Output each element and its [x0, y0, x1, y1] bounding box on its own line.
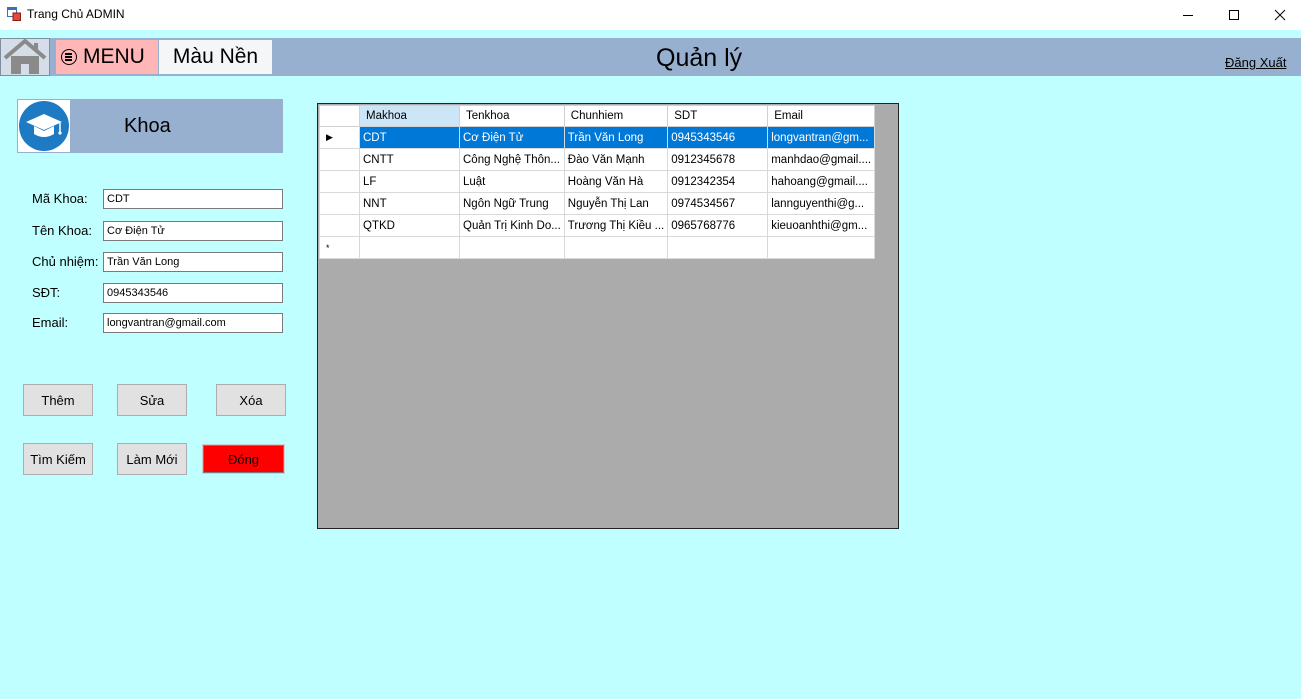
window-title: Trang Chủ ADMIN: [27, 7, 125, 21]
column-header-sdt[interactable]: SDT: [667, 105, 769, 127]
refresh-button[interactable]: Làm Mới: [117, 443, 187, 475]
ten-khoa-field[interactable]: Cơ Điện Tử: [103, 221, 283, 241]
table-cell[interactable]: lannguyenthi@g...: [767, 192, 876, 215]
minimize-icon: [1183, 15, 1193, 16]
home-button[interactable]: [0, 38, 50, 76]
grid-corner-header[interactable]: [319, 105, 360, 127]
ten-khoa-label: Tên Khoa:: [32, 223, 92, 238]
ma-khoa-label: Mã Khoa:: [32, 191, 88, 206]
table-cell[interactable]: Trần Văn Long: [563, 126, 669, 149]
close-icon: [1274, 9, 1286, 21]
column-header-chunhiem[interactable]: Chunhiem: [563, 105, 669, 127]
delete-button[interactable]: Xóa: [216, 384, 286, 416]
graduation-cap-icon: [19, 101, 69, 151]
email-field[interactable]: longvantran@gmail.com: [103, 313, 283, 333]
email-label: Email:: [32, 315, 69, 330]
sdt-field[interactable]: 0945343546: [103, 283, 283, 303]
table-cell[interactable]: CNTT: [359, 148, 460, 171]
row-header[interactable]: [319, 192, 360, 215]
add-button[interactable]: Thêm: [23, 384, 93, 416]
row-header-selected[interactable]: ▶: [319, 126, 360, 149]
table-cell[interactable]: NNT: [359, 192, 460, 215]
window-titlebar: Trang Chủ ADMIN: [0, 0, 1301, 30]
column-header-email[interactable]: Email: [767, 105, 876, 127]
search-button[interactable]: Tìm Kiếm: [23, 443, 93, 475]
table-cell[interactable]: QTKD: [359, 214, 460, 237]
new-row[interactable]: *: [319, 236, 876, 259]
menu-circle-icon: [61, 49, 77, 65]
table-cell[interactable]: [359, 236, 460, 259]
table-cell[interactable]: [563, 236, 669, 259]
logout-link[interactable]: Đăng Xuất: [1225, 55, 1286, 70]
grid-header-row: Makhoa Tenkhoa Chunhiem SDT Email: [319, 105, 876, 127]
table-cell[interactable]: manhdao@gmail....: [767, 148, 876, 171]
khoa-title: Khoa: [124, 115, 171, 137]
ma-khoa-field[interactable]: CDT: [103, 189, 283, 209]
table-cell[interactable]: Nguyễn Thị Lan: [563, 192, 669, 215]
table-row[interactable]: LF Luật Hoàng Văn Hà 0912342354 hahoang@…: [319, 170, 876, 193]
table-row[interactable]: ▶ CDT Cơ Điện Tử Trần Văn Long 094534354…: [319, 126, 876, 149]
table-cell[interactable]: Ngôn Ngữ Trung: [459, 192, 565, 215]
home-icon: [3, 39, 47, 74]
row-header[interactable]: [319, 170, 360, 193]
khoa-logo: [18, 100, 70, 152]
table-cell[interactable]: Hoàng Văn Hà: [563, 170, 669, 193]
table-cell[interactable]: kieuoanhthi@gm...: [767, 214, 876, 237]
menu-label: MENU: [83, 45, 145, 68]
table-cell[interactable]: hahoang@gmail....: [767, 170, 876, 193]
background-color-button[interactable]: Màu Nền: [159, 40, 272, 74]
row-header[interactable]: [319, 148, 360, 171]
table-cell[interactable]: Quản Trị Kinh Do...: [459, 214, 565, 237]
grid-table: Makhoa Tenkhoa Chunhiem SDT Email ▶ CDT …: [319, 105, 876, 259]
close-window-button[interactable]: [1257, 0, 1301, 30]
table-cell[interactable]: 0945343546: [667, 126, 769, 149]
maximize-icon: [1229, 10, 1239, 20]
minimize-button[interactable]: [1165, 0, 1211, 30]
chu-nhiem-field[interactable]: Trần Văn Long: [103, 252, 283, 272]
table-row[interactable]: NNT Ngôn Ngữ Trung Nguyễn Thị Lan 097453…: [319, 192, 876, 215]
page-title: Quản lý: [656, 44, 743, 72]
table-cell[interactable]: CDT: [359, 126, 460, 149]
row-header[interactable]: [319, 214, 360, 237]
table-row[interactable]: QTKD Quản Trị Kinh Do... Trương Thị Kiều…: [319, 214, 876, 237]
table-cell[interactable]: Trương Thị Kiều ...: [563, 214, 669, 237]
table-cell[interactable]: Luật: [459, 170, 565, 193]
table-cell[interactable]: [667, 236, 769, 259]
khoa-data-grid[interactable]: Makhoa Tenkhoa Chunhiem SDT Email ▶ CDT …: [317, 103, 899, 529]
chu-nhiem-label: Chủ nhiệm:: [32, 254, 99, 269]
column-header-makhoa[interactable]: Makhoa: [359, 105, 460, 127]
edit-button[interactable]: Sửa: [117, 384, 187, 416]
table-cell[interactable]: 0912345678: [667, 148, 769, 171]
table-cell[interactable]: [459, 236, 565, 259]
table-cell[interactable]: Công Nghệ Thôn...: [459, 148, 565, 171]
table-row[interactable]: CNTT Công Nghệ Thôn... Đào Văn Mạnh 0912…: [319, 148, 876, 171]
table-cell[interactable]: [767, 236, 876, 259]
maximize-button[interactable]: [1211, 0, 1257, 30]
sdt-label: SĐT:: [32, 285, 61, 300]
close-button[interactable]: Đóng: [202, 444, 285, 474]
menu-button[interactable]: MENU: [56, 40, 158, 74]
app-window-icon: [7, 7, 21, 21]
new-row-header[interactable]: *: [319, 236, 360, 259]
table-cell[interactable]: 0912342354: [667, 170, 769, 193]
table-cell[interactable]: 0965768776: [667, 214, 769, 237]
column-header-tenkhoa[interactable]: Tenkhoa: [459, 105, 565, 127]
table-cell[interactable]: Đào Văn Mạnh: [563, 148, 669, 171]
table-cell[interactable]: LF: [359, 170, 460, 193]
table-cell[interactable]: longvantran@gm...: [767, 126, 876, 149]
table-cell[interactable]: Cơ Điện Tử: [459, 126, 565, 149]
table-cell[interactable]: 0974534567: [667, 192, 769, 215]
